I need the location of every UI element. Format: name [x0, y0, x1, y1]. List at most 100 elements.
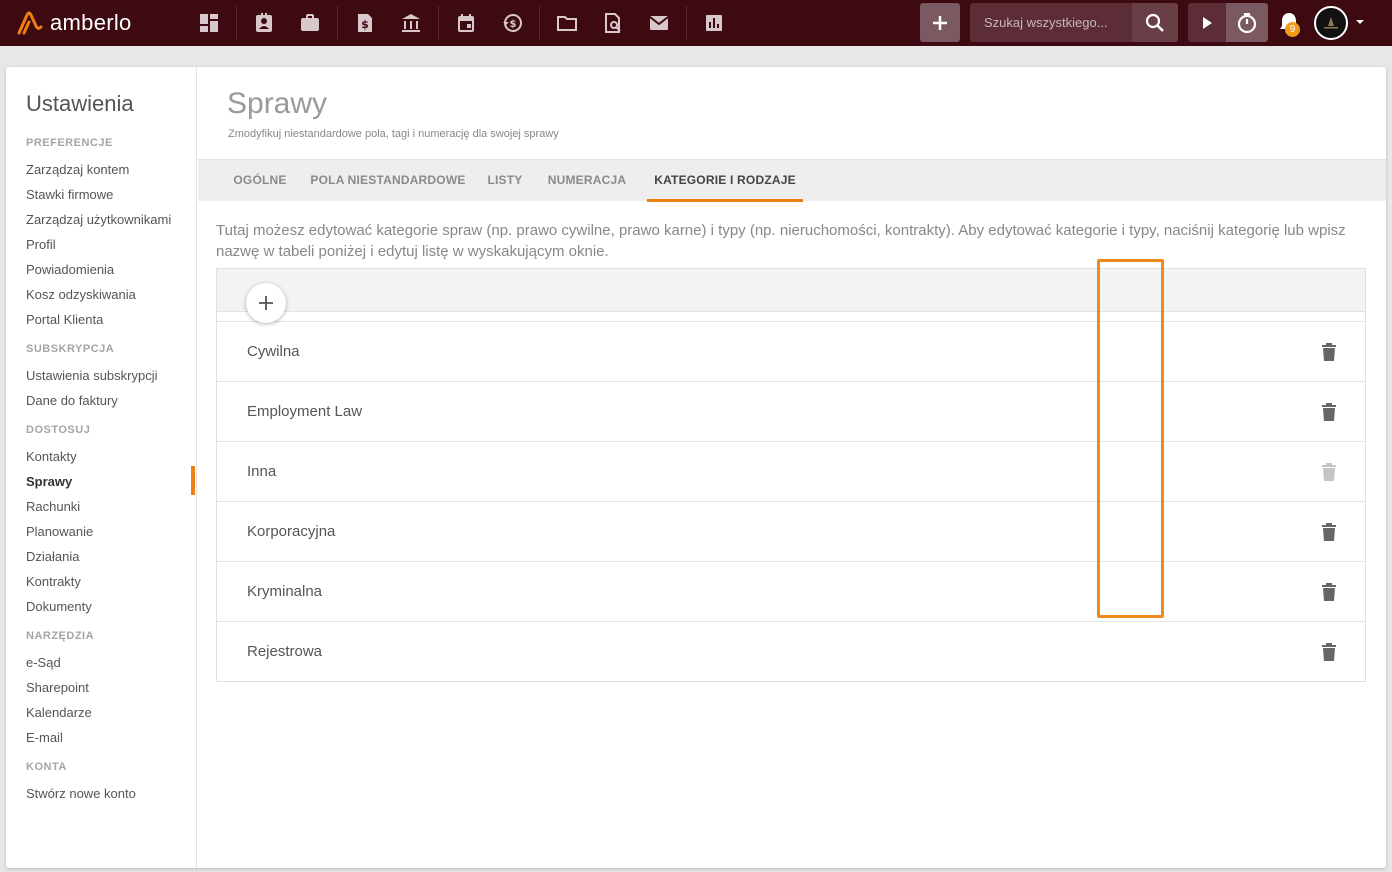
tab-numbering[interactable]: NUMERACJA: [542, 160, 632, 202]
tab-custom-fields[interactable]: POLA NIESTANDARDOWE: [308, 160, 468, 202]
start-timer-button[interactable]: [1188, 3, 1226, 42]
sidebar-item-manage-account[interactable]: Zarządzaj kontem: [26, 162, 129, 177]
history-icon[interactable]: $: [489, 0, 535, 46]
plus-icon: [259, 296, 273, 310]
trash-icon[interactable]: [1319, 402, 1339, 422]
category-name[interactable]: Cywilna: [247, 343, 300, 360]
table-row[interactable]: Inna: [217, 441, 1365, 501]
sidebar-item-calendars[interactable]: Kalendarze: [26, 705, 92, 720]
user-avatar[interactable]: [1314, 6, 1348, 40]
page-title: Sprawy: [227, 87, 328, 120]
table-row[interactable]: Cywilna: [217, 321, 1365, 381]
trash-icon[interactable]: [1319, 342, 1339, 362]
category-name[interactable]: Employment Law: [247, 403, 362, 420]
category-name[interactable]: Korporacyjna: [247, 523, 335, 540]
sidebar-section-heading: DOSTOSUJ: [26, 424, 91, 436]
sidebar-active-indicator: [191, 466, 195, 495]
trash-icon[interactable]: [1319, 522, 1339, 542]
categories-table: Cywilna Employment Law Inna Korporacyjna…: [216, 268, 1366, 682]
svg-text:$: $: [510, 19, 517, 30]
search-icon: [1145, 13, 1164, 32]
contacts-icon[interactable]: [241, 0, 287, 46]
category-name[interactable]: Inna: [247, 463, 276, 480]
sidebar-item-email[interactable]: E-mail: [26, 730, 63, 745]
sidebar-item-notifications[interactable]: Powiadomienia: [26, 262, 114, 277]
page-subtitle: Zmodyfikuj niestandardowe pola, tagi i n…: [228, 128, 559, 140]
sidebar-section-heading: NARZĘDZIA: [26, 630, 95, 642]
sidebar-item-client-portal[interactable]: Portal Klienta: [26, 312, 103, 327]
sidebar-section-heading: SUBSKRYPCJA: [26, 343, 115, 355]
nav-divider: [438, 6, 439, 40]
stopwatch-button[interactable]: [1226, 3, 1268, 42]
settings-sidebar: Ustawienia PREFERENCJE Zarządzaj kontem …: [6, 67, 197, 868]
sidebar-item-e-court[interactable]: e-Sąd: [26, 655, 61, 670]
table-row[interactable]: Rejestrowa: [217, 621, 1365, 681]
calendar-icon[interactable]: [443, 0, 489, 46]
sidebar-item-matters[interactable]: Sprawy: [26, 474, 72, 489]
section-description: Tutaj możesz edytować kategorie spraw (n…: [216, 222, 1346, 260]
sidebar-item-subscription-settings[interactable]: Ustawienia subskrypcji: [26, 368, 158, 383]
document-search-icon[interactable]: [590, 0, 636, 46]
dashboard-icon[interactable]: [186, 0, 232, 46]
play-icon: [1203, 16, 1212, 29]
quick-add-button[interactable]: [920, 3, 960, 42]
amberlo-logo[interactable]: amberlo: [16, 10, 186, 36]
nav-divider: [539, 6, 540, 40]
timer-controls: [1188, 3, 1268, 42]
sidebar-item-invoice-details[interactable]: Dane do faktury: [26, 393, 118, 408]
category-name[interactable]: Kryminalna: [247, 583, 322, 600]
stopwatch-icon: [1237, 12, 1257, 33]
trash-icon-disabled: [1322, 463, 1336, 481]
sidebar-section-heading: PREFERENCJE: [26, 137, 113, 149]
main-content: Sprawy Zmodyfikuj niestandardowe pola, t…: [198, 67, 1386, 868]
sidebar-item-contracts[interactable]: Kontrakty: [26, 574, 81, 589]
sidebar-item-create-account[interactable]: Stwórz nowe konto: [26, 786, 136, 801]
table-header: [217, 269, 1365, 312]
chevron-down-icon[interactable]: [1355, 18, 1365, 26]
main-nav: $ $: [186, 0, 737, 46]
sidebar-item-firm-rates[interactable]: Stawki firmowe: [26, 187, 113, 202]
logo-text: amberlo: [50, 10, 132, 35]
trash-icon[interactable]: [1319, 642, 1339, 662]
search-input[interactable]: [970, 3, 1132, 42]
mail-icon[interactable]: [636, 0, 682, 46]
tab-lists[interactable]: LISTY: [482, 160, 528, 202]
sidebar-item-recycle-bin[interactable]: Kosz odzyskiwania: [26, 287, 136, 302]
tab-categories-and-types[interactable]: KATEGORIE I RODZAJE: [647, 160, 803, 202]
svg-text:$: $: [361, 18, 369, 31]
folder-icon[interactable]: [544, 0, 590, 46]
table-row[interactable]: Employment Law: [217, 381, 1365, 441]
amberlo-logo-icon: [17, 11, 43, 35]
top-navigation-bar: amberlo $ $: [0, 0, 1392, 46]
bank-icon[interactable]: [388, 0, 434, 46]
search-button[interactable]: [1132, 3, 1178, 42]
nav-divider: [236, 6, 237, 40]
trash-icon[interactable]: [1319, 582, 1339, 602]
tab-general[interactable]: OGÓLNE: [228, 160, 292, 202]
sidebar-item-contacts[interactable]: Kontakty: [26, 449, 77, 464]
sidebar-item-bills[interactable]: Rachunki: [26, 499, 80, 514]
briefcase-icon[interactable]: [287, 0, 333, 46]
notification-count-badge: 9: [1285, 22, 1300, 37]
sidebar-item-manage-users[interactable]: Zarządzaj użytkownikami: [26, 212, 171, 227]
plus-icon: [933, 15, 947, 30]
reports-icon[interactable]: [691, 0, 737, 46]
sidebar-item-sharepoint[interactable]: Sharepoint: [26, 680, 89, 695]
nav-divider: [686, 6, 687, 40]
category-name[interactable]: Rejestrowa: [247, 643, 322, 660]
settings-panel: Ustawienia PREFERENCJE Zarządzaj kontem …: [6, 67, 1386, 868]
sidebar-section-heading: KONTA: [26, 761, 67, 773]
sidebar-item-profile[interactable]: Profil: [26, 237, 56, 252]
sidebar-item-documents[interactable]: Dokumenty: [26, 599, 92, 614]
sidebar-item-planning[interactable]: Planowanie: [26, 524, 93, 539]
table-row[interactable]: Korporacyjna: [217, 501, 1365, 561]
sidebar-title: Ustawienia: [26, 91, 134, 116]
global-search: [970, 3, 1178, 42]
avatar-logo-icon: [1318, 10, 1344, 36]
invoice-icon[interactable]: $: [342, 0, 388, 46]
add-category-button[interactable]: [246, 283, 286, 323]
sidebar-item-activities[interactable]: Działania: [26, 549, 79, 564]
table-row[interactable]: Kryminalna: [217, 561, 1365, 621]
settings-tabs: OGÓLNE POLA NIESTANDARDOWE LISTY NUMERAC…: [198, 159, 1386, 202]
nav-divider: [337, 6, 338, 40]
